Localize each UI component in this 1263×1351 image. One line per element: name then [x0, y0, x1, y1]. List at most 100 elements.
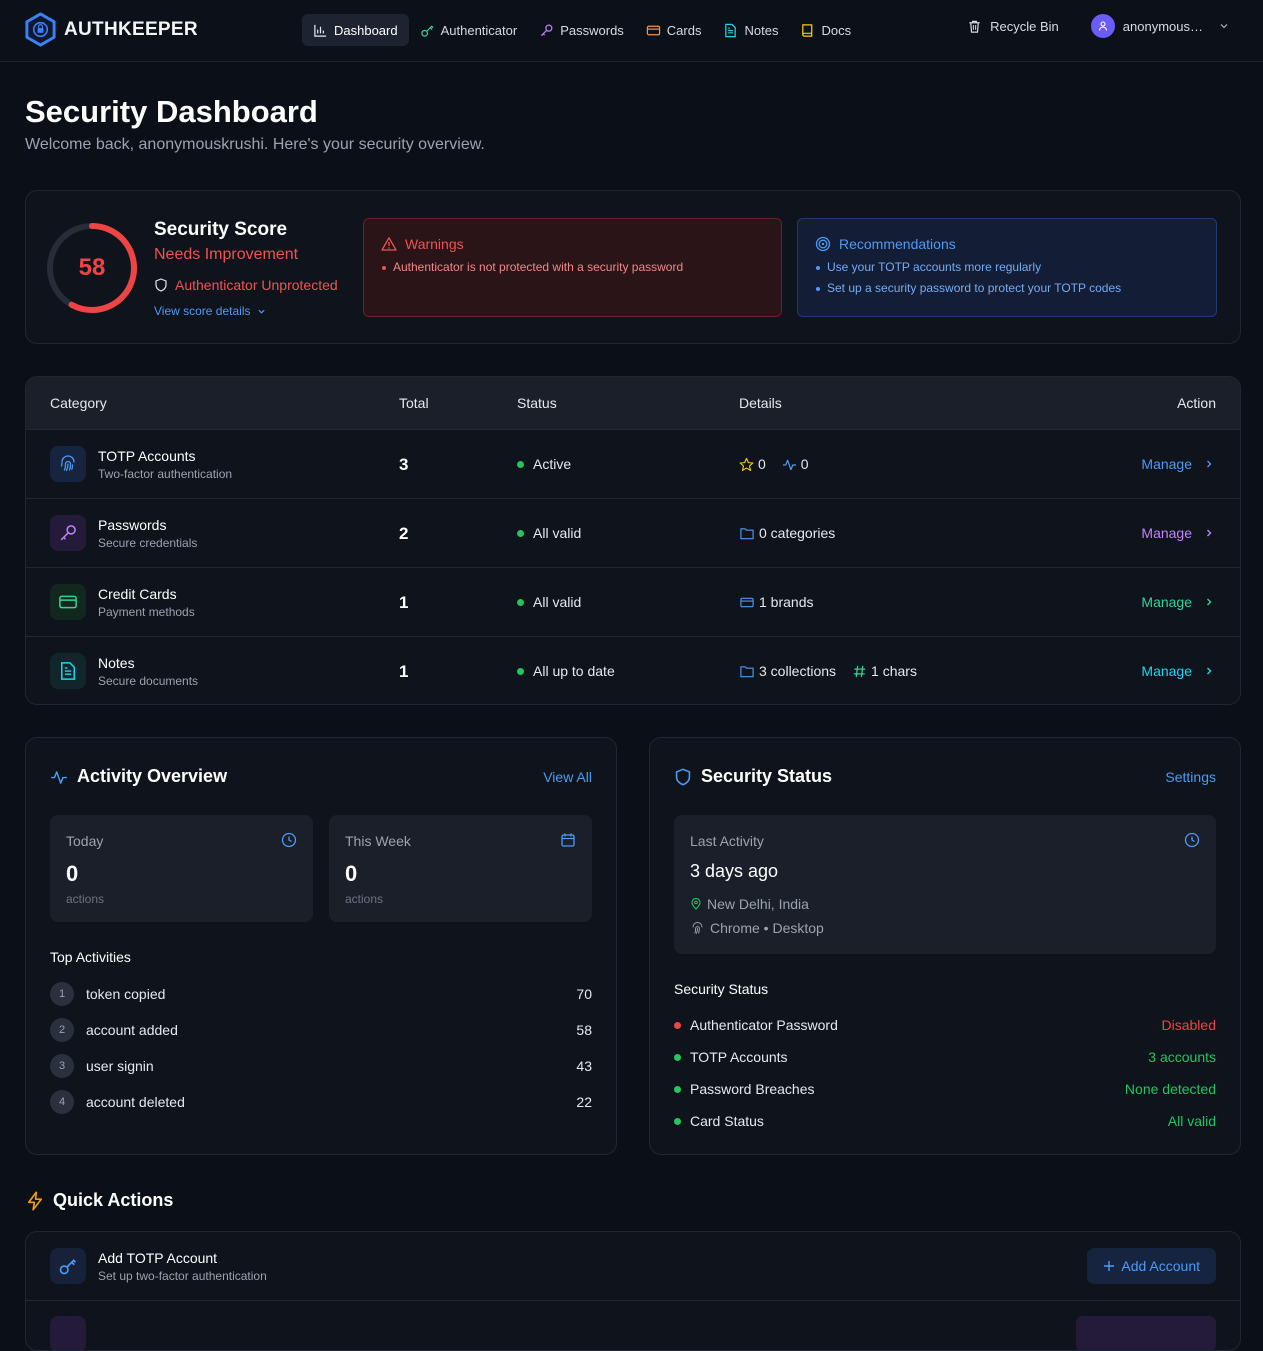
- status-value: Disabled: [1161, 1017, 1216, 1033]
- nav-authenticator[interactable]: Authenticator: [409, 14, 529, 46]
- list-item: 3 user signin 43: [50, 1054, 592, 1078]
- view-score-details-label: View score details: [154, 304, 251, 318]
- row-status: All valid: [517, 594, 581, 610]
- nav-docs[interactable]: Docs: [789, 14, 862, 46]
- security-status-subtitle: Security Status: [674, 981, 769, 997]
- manage-totp-link[interactable]: Manage: [1141, 456, 1214, 472]
- th-details: Details: [739, 395, 782, 411]
- status-dot: [674, 1053, 681, 1061]
- chevron-right-icon: [1207, 667, 1212, 675]
- status-row: Authenticator Password Disabled: [674, 1015, 1216, 1035]
- credit-card-icon: [740, 597, 754, 607]
- row-total: 1: [399, 662, 409, 681]
- manage-notes-link[interactable]: Manage: [1141, 663, 1214, 679]
- rank-badge: 4: [50, 1090, 74, 1114]
- manage-label: Manage: [1141, 594, 1192, 610]
- activity-title-label: Activity Overview: [77, 766, 228, 786]
- detail-chip: 3 collections: [739, 663, 836, 679]
- quick-actions-label: Quick Actions: [53, 1190, 174, 1210]
- user-menu[interactable]: anonymous…: [1090, 14, 1229, 38]
- manage-label: Manage: [1141, 663, 1192, 679]
- nav-label: Cards: [666, 22, 702, 38]
- status-dot: [517, 598, 524, 606]
- detail-text: 0 categories: [759, 525, 836, 541]
- rank-badge: 2: [50, 1018, 74, 1042]
- add-account-button[interactable]: Add Account: [1087, 1248, 1216, 1284]
- status-row: TOTP Accounts 3 accounts: [674, 1047, 1216, 1067]
- key-alt-icon: [541, 24, 553, 36]
- manage-label: Manage: [1141, 525, 1192, 541]
- key-alt-icon: [50, 515, 86, 551]
- row-status-label: Active: [533, 456, 572, 472]
- row-desc: Two-factor authentication: [98, 467, 233, 481]
- nav-cards[interactable]: Cards: [635, 14, 713, 46]
- row-desc: Secure credentials: [98, 536, 198, 550]
- page-subtitle: Welcome back, anonymouskrushi. Here's yo…: [25, 136, 485, 153]
- brand[interactable]: AUTHKEEPER: [23, 12, 198, 47]
- score-value: 58: [78, 254, 106, 281]
- quick-actions-card: Add TOTP Account Set up two-factor authe…: [25, 1231, 1241, 1351]
- alert-triangle-icon: [381, 237, 397, 251]
- activity-label: token copied: [86, 986, 166, 1002]
- row-name: Notes: [98, 655, 135, 671]
- detail-text: 0: [800, 456, 809, 472]
- stat-today: Today 0 actions: [50, 815, 313, 922]
- activity-overview-panel: Activity Overview View All Today 0 actio…: [25, 737, 617, 1155]
- activity-icon: [782, 459, 796, 470]
- nav-notes[interactable]: Notes: [712, 14, 789, 46]
- recycle-bin-button[interactable]: Recycle Bin: [967, 19, 1059, 34]
- row-desc: Secure documents: [98, 674, 199, 688]
- activity-label: account deleted: [86, 1094, 185, 1110]
- map-pin-icon: [691, 898, 701, 910]
- chevron-down-icon: [1220, 24, 1228, 29]
- calendar-icon: [561, 833, 575, 847]
- credit-card-icon: [50, 584, 86, 620]
- detail-text: 3 collections: [759, 663, 837, 679]
- recommendation-item: Use your TOTP accounts more regularly: [815, 260, 1199, 274]
- file-text-icon: [725, 23, 737, 37]
- main-nav: Dashboard Authenticator Passwords Cards …: [302, 14, 862, 46]
- quick-action-name: Add TOTP Account: [98, 1250, 218, 1266]
- status-value: All valid: [1167, 1113, 1216, 1129]
- stat-value: 0: [66, 861, 79, 886]
- status-label: Authenticator Password: [690, 1017, 838, 1033]
- row-status-label: All valid: [533, 594, 582, 610]
- stat-unit: actions: [345, 892, 384, 906]
- last-activity-box: Last Activity 3 days ago New Delhi, Indi…: [674, 815, 1216, 954]
- quick-actions-title: Quick Actions: [25, 1190, 173, 1211]
- manage-cards-link[interactable]: Manage: [1141, 594, 1214, 610]
- recommendations-list: Use your TOTP accounts more regularly Se…: [815, 260, 1199, 295]
- view-score-details-link[interactable]: View score details: [154, 304, 266, 318]
- table-row: Credit Cards Payment methods 1 All valid…: [26, 567, 1240, 636]
- nav-label: Notes: [744, 22, 779, 38]
- status-label: TOTP Accounts: [690, 1049, 788, 1065]
- security-title: Security Status: [674, 766, 832, 787]
- nav-label: Dashboard: [334, 22, 398, 38]
- page-title: Security Dashboard: [25, 94, 318, 129]
- folder-icon: [740, 527, 754, 539]
- view-all-link[interactable]: View All: [543, 769, 592, 785]
- row-details: 3 collections 1 chars: [739, 663, 917, 679]
- security-title-label: Security Status: [701, 766, 833, 786]
- activity-label: user signin: [86, 1058, 154, 1074]
- folder-icon: [740, 665, 754, 677]
- manage-passwords-link[interactable]: Manage: [1141, 525, 1214, 541]
- row-status-label: All valid: [533, 525, 582, 541]
- nav-label: Passwords: [560, 22, 624, 38]
- chevron-right-icon: [1207, 598, 1212, 606]
- table-row: TOTP Accounts Two-factor authentication …: [26, 429, 1240, 498]
- status-dot: [517, 529, 524, 537]
- security-score-card: 58 Security Score Needs Improvement Auth…: [25, 190, 1241, 344]
- nav-passwords[interactable]: Passwords: [528, 14, 635, 46]
- recommendations-title: Recommendations: [839, 236, 956, 252]
- status-row: Password Breaches None detected: [674, 1079, 1216, 1099]
- settings-link[interactable]: Settings: [1165, 769, 1216, 785]
- stat-value: 0: [345, 861, 358, 886]
- quick-action-button[interactable]: [1076, 1316, 1216, 1350]
- recommendation-item: Set up a security password to protect yo…: [815, 281, 1199, 295]
- nav-label: Docs: [821, 22, 852, 38]
- last-activity-location: New Delhi, India: [690, 896, 809, 912]
- clock-icon: [1184, 832, 1200, 848]
- nav-dashboard[interactable]: Dashboard: [302, 14, 409, 46]
- recommendations-box: Recommendations Use your TOTP accounts m…: [797, 218, 1217, 317]
